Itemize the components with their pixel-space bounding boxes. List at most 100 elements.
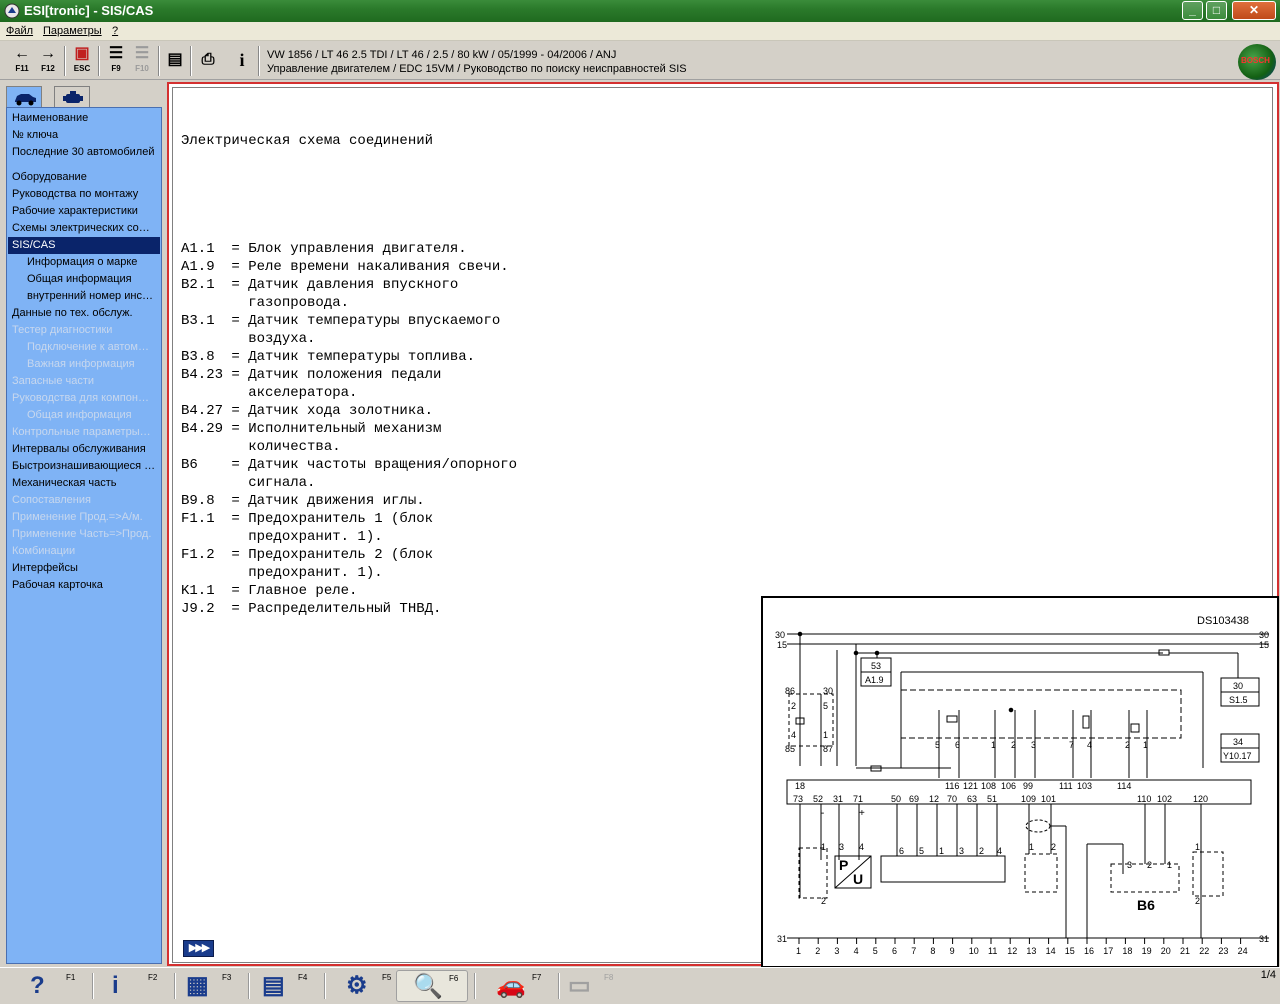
menu-help[interactable]: ? [112,25,118,37]
fkey-label: F7 [532,973,542,982]
sidebar-item[interactable]: Данные по тех. обслуж. [8,305,160,322]
sidebar-item[interactable]: Механическая часть [8,475,160,492]
sidebar-item[interactable]: Оборудование [8,169,160,186]
minimize-button[interactable]: _ [1182,1,1203,20]
rail-15-right: 15 [1259,640,1269,650]
bosch-logo: BOSCH [1238,44,1276,80]
track-number: 18 [1122,946,1132,956]
info-button[interactable]: i [230,44,254,78]
sidebar-item: Важная информация [27,358,135,370]
ecu-pin: 120 [1193,794,1208,804]
tab-engine[interactable] [54,86,90,108]
sidebar-item[interactable]: Руководства по монтажу [8,186,160,203]
fkey-f7-button[interactable]: 🚗 F7 [480,970,552,1002]
legend-line: сигнала. [181,475,316,491]
track-number: 5 [873,946,878,956]
fkey-f6-button[interactable]: 🔍 F6 [396,970,468,1002]
f9-key-label: F9 [111,64,121,73]
print-button[interactable]: ⎙ [196,44,220,78]
track-number: 13 [1026,946,1036,956]
track-number: 23 [1218,946,1228,956]
fkey-f5-button[interactable]: ⚙ F5 [330,970,402,1002]
maximize-button[interactable]: □ [1206,1,1227,20]
circuit-icon: ▤ [262,972,285,999]
wiring-diagram-svg: DS103438 30 30 15 15 31 31 B6 53 A1.9 30… [775,615,1269,956]
app-icon [4,3,20,19]
component-icon: ⚙ [346,972,368,999]
sidebar-item: Общая информация [27,409,132,421]
sidebar-item: Сопоставления [12,494,91,506]
arrow-left-icon: ← [14,45,30,62]
b98-pin: 1 [1029,842,1034,852]
sidebar-item[interactable]: Схемы электрических со… [8,220,160,237]
f9-button[interactable]: ☰ F9 [104,44,128,78]
wiring-diagram[interactable]: DS103438 30 30 15 15 31 31 B6 53 A1.9 30… [761,596,1279,968]
back-button[interactable]: ← F11 [10,44,34,78]
ecu-pin: 31 [833,794,843,804]
track-number: 14 [1046,946,1056,956]
document-heading: Электрическая схема соединений [181,133,434,149]
menu-params[interactable]: Параметры [43,25,102,37]
sidebar-item[interactable]: Рабочая карточка [8,577,160,594]
printer-icon: ⎙ [201,51,215,68]
k11-pin: 4 [791,730,796,740]
system-line: Управление двигателем / EDC 15VM / Руков… [267,63,687,75]
document-button[interactable]: ▤ [163,44,187,78]
esc-button[interactable]: ▣ ESC [70,44,94,78]
sidebar-item[interactable]: Информация о марке [8,254,160,271]
toolbar-separator [258,46,260,76]
sidebar-item[interactable]: Интервалы обслуживания [8,441,160,458]
fkey-f2-button[interactable]: i F2 [96,970,168,1002]
legend-line: B2.1 = Датчик давления впускного [181,277,459,293]
fkey-f8-button: ▭ F8 [552,970,624,1002]
toolbar-separator [98,46,100,76]
document-text: Электрическая схема соединений A1.1 = Бл… [181,96,517,654]
track-number: 20 [1161,946,1171,956]
close-button[interactable]: ✕ [1232,1,1276,20]
fkey-f1-button[interactable]: ? F1 [14,970,86,1002]
b423-pin: 3 [959,846,964,856]
k11-pin: 85 [785,744,795,754]
f10-button[interactable]: ☰ F10 [130,44,154,78]
title-bar: ESI[tronic] - SIS/CAS _ □ ✕ [0,0,1280,22]
b423-pin: 4 [997,846,1002,856]
fkey-f3-button[interactable]: ▦ F3 [170,970,242,1002]
fkey-f4-button[interactable]: ▤ F4 [246,970,318,1002]
sidebar-item[interactable]: внутренний номер инс… [8,288,160,305]
ecu-pin: 18 [795,781,805,791]
track-number: 6 [892,946,897,956]
legend-line: A1.1 = Блок управления двигателя. [181,241,467,257]
sidebar-item[interactable]: Наименование [8,110,160,127]
ecu-pin: 71 [853,794,863,804]
sidebar-item[interactable]: Быстроизнашивающиеся … [8,458,160,475]
legend-line: B3.8 = Датчик температуры топлива. [181,349,476,365]
track-number: 24 [1238,946,1248,956]
ecu-pin: 103 [1077,781,1092,791]
refbox-a19-pin: 53 [871,661,881,671]
sidebar-item[interactable]: Общая информация [8,271,160,288]
track-number: 17 [1103,946,1113,956]
next-page-button[interactable]: ▶▶▶ [183,940,214,957]
sidebar-item[interactable]: SIS/CAS [8,237,160,254]
arrow-right-icon: → [40,45,56,62]
sidebar-item[interactable]: Последние 30 автомобилей [8,144,160,161]
tab-vehicle[interactable] [6,86,42,109]
help-icon: ? [30,972,45,999]
sidebar: Наименование № ключа Последние 30 автомоби… [4,84,164,964]
ecu-pin: 69 [909,794,919,804]
toolbar: ← F11 → F12 ▣ ESC ☰ F9 ☰ F10 ▤ ⎙ i VW 18… [0,42,1280,80]
sidebar-item: Руководства для компон… [12,392,149,404]
sidebar-item[interactable]: № ключа [8,127,160,144]
k11-pin: 1 [823,730,828,740]
b21-pin: 4 [859,842,864,852]
sidebar-panel: Наименование № ключа Последние 30 автомоби… [6,107,162,964]
forward-button[interactable]: → F12 [36,44,60,78]
b423-pin: 5 [919,846,924,856]
sidebar-item[interactable]: Рабочие характеристики [8,203,160,220]
menu-file[interactable]: Файл [6,25,33,37]
b21-pin: 3 [839,842,844,852]
sidebar-item[interactable]: Интерфейсы [8,560,160,577]
track-number: 2 [815,946,820,956]
b98-pin: 2 [1051,842,1056,852]
main-content: Электрическая схема соединений A1.1 = Бл… [167,82,1279,968]
